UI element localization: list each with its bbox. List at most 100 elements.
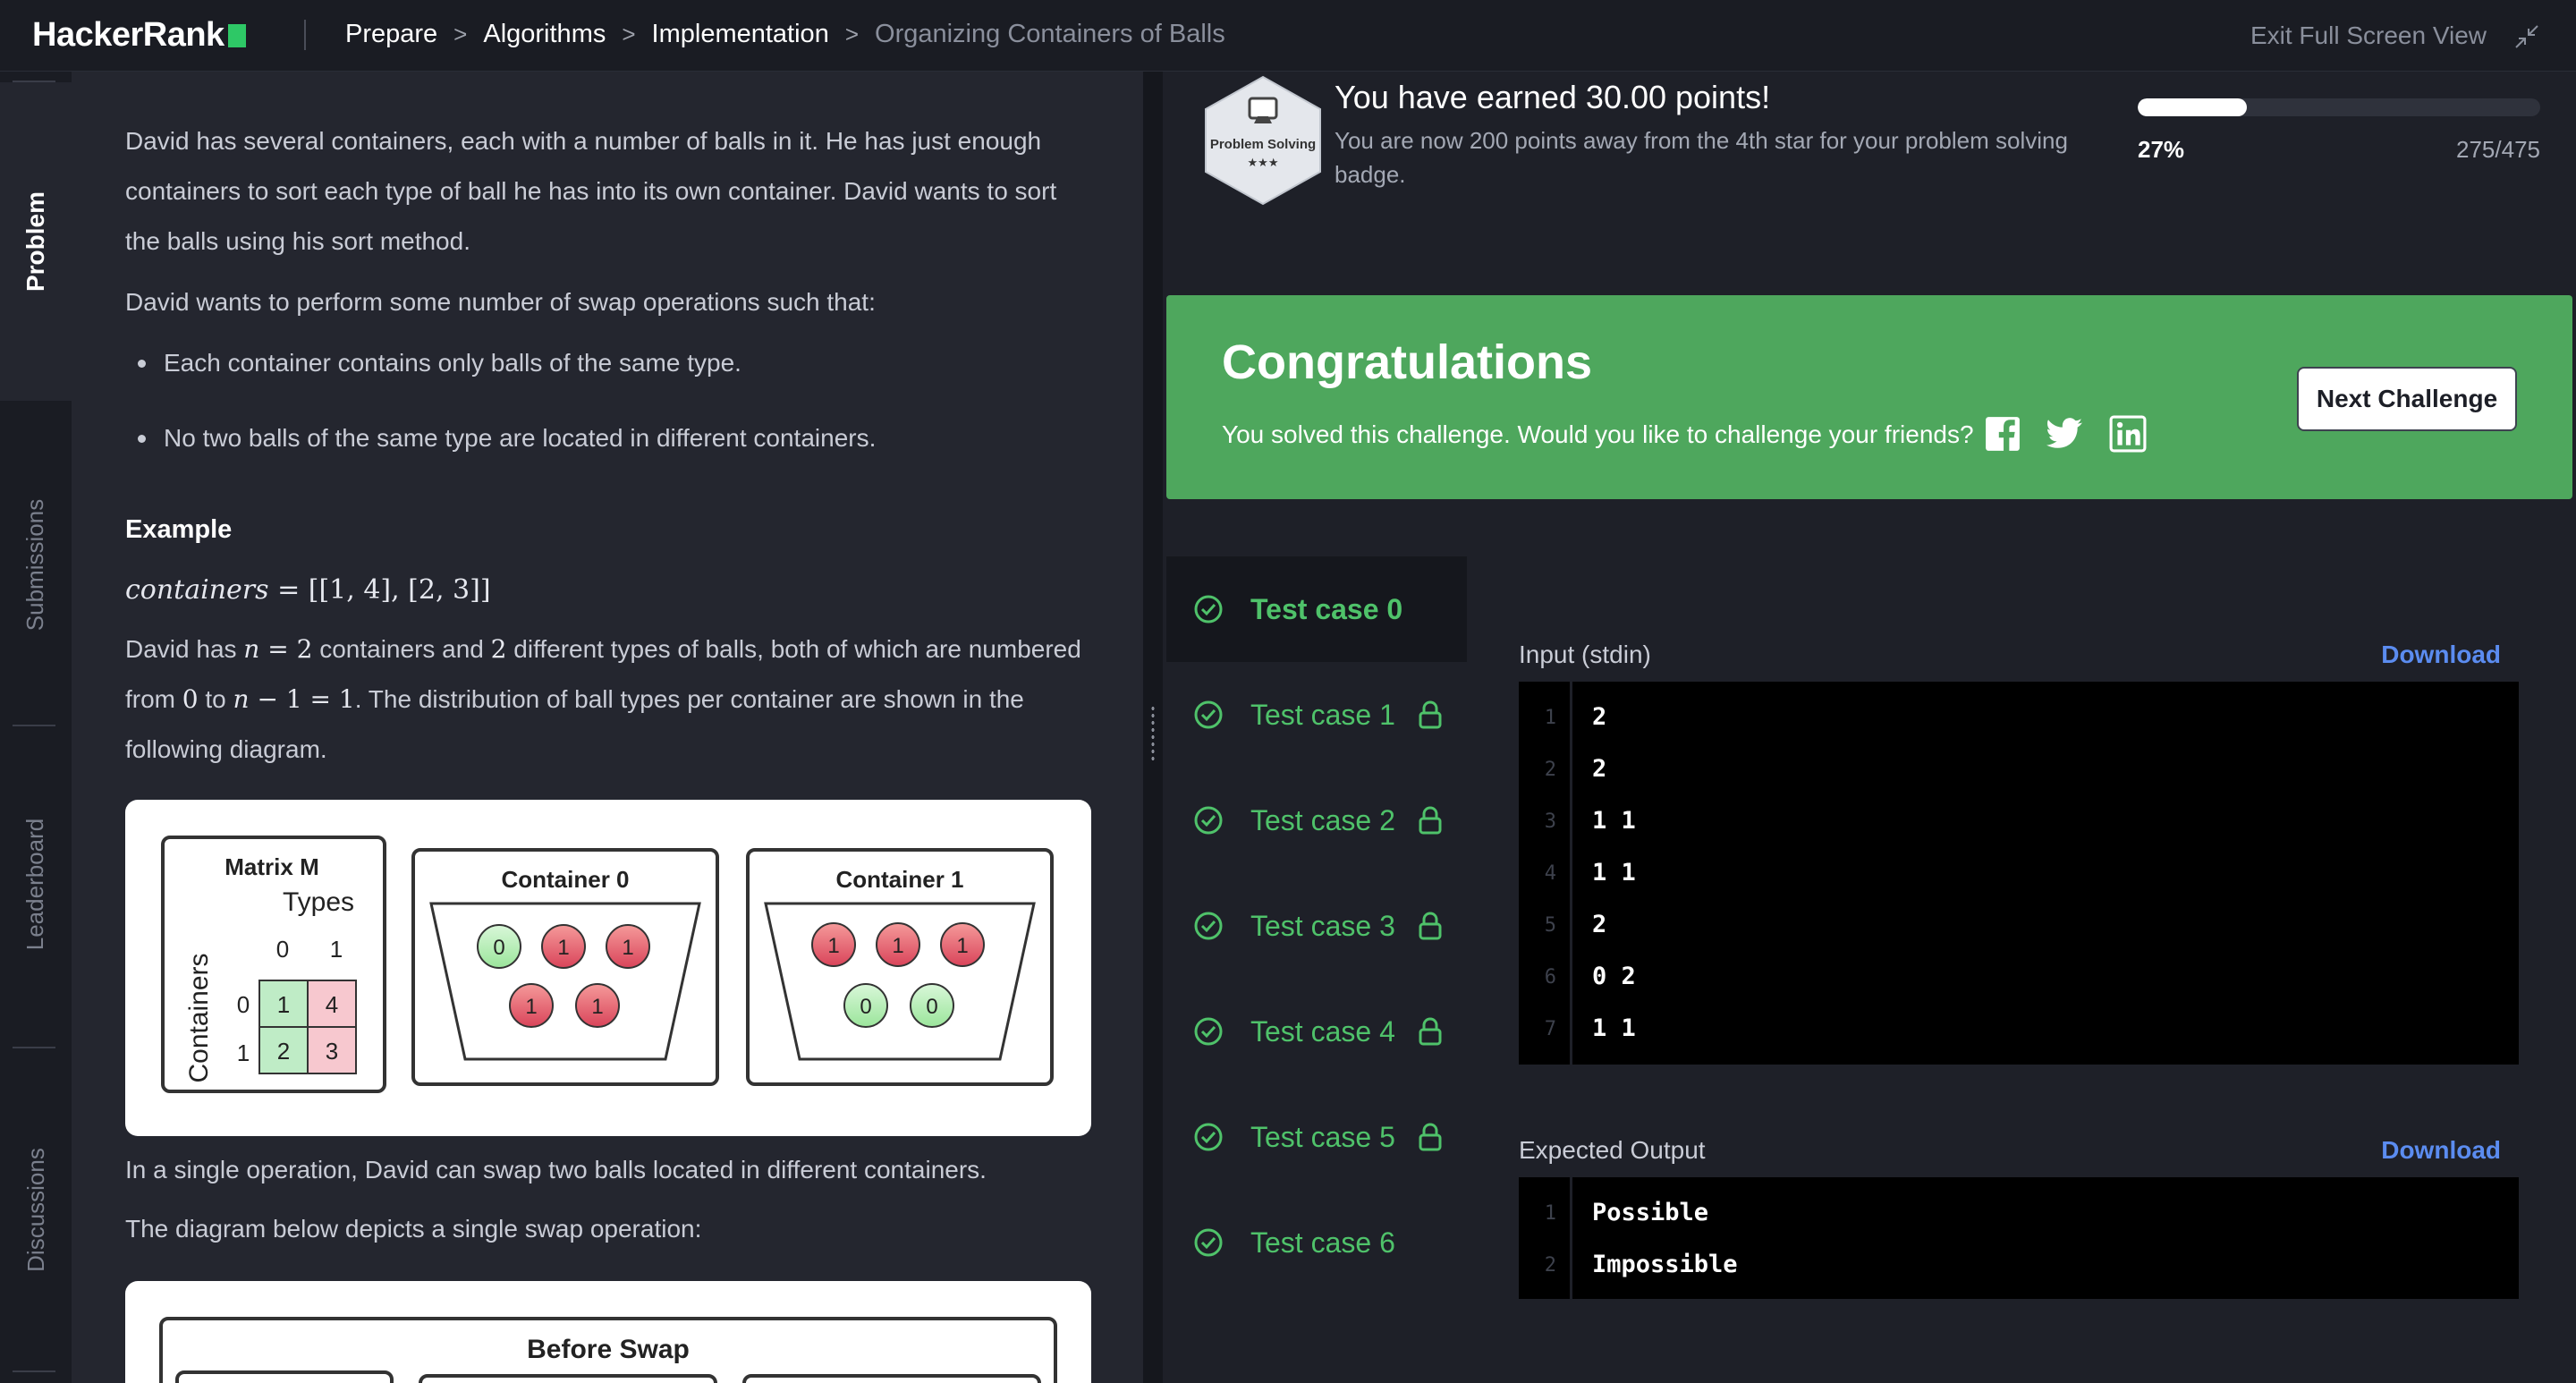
tab-submissions[interactable]: Submissions — [0, 410, 72, 719]
math-var: n — [233, 684, 250, 714]
col-head: 0 — [276, 936, 289, 963]
testcase-label: Test case 6 — [1250, 1226, 1395, 1259]
math-expr: = 2 — [259, 634, 313, 664]
example-equation: containers = [[1, 4], [2, 3]] — [125, 565, 1143, 615]
breadcrumb-algorithms[interactable]: Algorithms — [483, 20, 606, 49]
tab-divider — [13, 725, 55, 726]
text-line: following diagram. — [125, 735, 327, 763]
input-line: 1 1 — [1592, 1014, 1636, 1042]
swap-paragraph: In a single operation, David can swap tw… — [125, 1156, 987, 1184]
input-line: 0 2 — [1592, 963, 1636, 990]
input-code-box[interactable]: 1 2 3 4 5 6 7 2 2 1 1 1 1 2 0 2 1 1 — [1519, 682, 2519, 1065]
testcase-label: Test case 0 — [1250, 592, 1403, 625]
breadcrumb-implementation[interactable]: Implementation — [652, 20, 829, 49]
problem-pane[interactable]: David has several containers, each with … — [72, 72, 1143, 1383]
text-run: . The distribution of ball types per con… — [354, 685, 1024, 713]
points-away-text: You are now 200 points away from the 4th… — [1335, 127, 2068, 188]
testcase-2-tab[interactable]: Test case 2 — [1166, 768, 1467, 873]
testcase-label: Test case 2 — [1250, 803, 1395, 836]
line-gutter — [1519, 1177, 1572, 1299]
containers-label: Containers — [184, 953, 214, 1082]
output-code-box[interactable]: 1 2 Possible Impossible — [1519, 1177, 2519, 1299]
testcase-label: Test case 4 — [1250, 1014, 1395, 1048]
breadcrumb-current: Organizing Containers of Balls — [875, 20, 1225, 48]
facebook-icon[interactable] — [1984, 415, 2021, 453]
tab-discussions[interactable]: Discussions — [0, 1050, 72, 1369]
ball-label: 0 — [860, 995, 871, 1019]
testcase-6-tab[interactable]: Test case 6 — [1166, 1190, 1467, 1295]
output-download-link[interactable]: Download — [2381, 1136, 2501, 1165]
line-number: 4 — [1544, 862, 1556, 885]
tab-label: Submissions — [21, 498, 49, 631]
text-line: the balls using his sort method. — [125, 227, 470, 255]
check-circle-icon — [1194, 1017, 1223, 1046]
drag-handle-icon[interactable] — [1150, 705, 1156, 760]
matrix-value: 2 — [277, 1038, 290, 1065]
check-circle-icon — [1194, 1123, 1223, 1151]
math-num: 0 — [182, 684, 199, 714]
row-head: 0 — [237, 991, 250, 1018]
line-number: 2 — [1544, 1254, 1556, 1277]
text-line: David has n = 2 containers and 2 differe… — [125, 624, 1143, 675]
ball-label: 1 — [557, 936, 569, 960]
tab-label: Leaderboard — [21, 818, 49, 950]
line-number: 2 — [1544, 759, 1556, 781]
col-head: 1 — [330, 936, 343, 963]
testcase-0-tab[interactable]: Test case 0 — [1166, 556, 1467, 662]
badge-label: Problem Solving — [1210, 137, 1316, 152]
breadcrumb-prepare[interactable]: Prepare — [345, 20, 437, 49]
example-heading: Example — [125, 515, 233, 544]
hackerrank-logo[interactable]: HackerRank — [32, 16, 246, 55]
lock-icon — [1419, 700, 1442, 729]
twitter-icon[interactable] — [2046, 415, 2084, 453]
matrix-value: 1 — [277, 991, 290, 1018]
matrix-value: 3 — [326, 1038, 338, 1065]
shrink-icon[interactable] — [2513, 23, 2540, 50]
exit-fullscreen-link[interactable]: Exit Full Screen View — [2250, 21, 2487, 50]
text-run: containers and — [312, 635, 491, 663]
ball-label: 0 — [926, 995, 937, 1019]
text-line: containers to sort each type of ball he … — [125, 177, 1057, 205]
line-number: 1 — [1544, 707, 1556, 729]
next-challenge-button[interactable]: Next Challenge — [2297, 367, 2517, 431]
tab-problem[interactable]: Problem — [0, 82, 72, 401]
math-expr: − 1 = 1 — [249, 684, 355, 714]
line-number: 1 — [1544, 1202, 1556, 1225]
input-line: 2 — [1592, 911, 1607, 938]
testcase-label: Test case 5 — [1250, 1120, 1395, 1153]
swap-diagram: Before Swap — [125, 1281, 1091, 1383]
output-line: Impossible — [1592, 1251, 1738, 1278]
text-run: to — [198, 685, 233, 713]
row-head: 1 — [237, 1039, 250, 1066]
tab-leaderboard[interactable]: Leaderboard — [0, 728, 72, 1039]
top-divider — [304, 20, 306, 50]
ball-label: 1 — [622, 936, 633, 960]
input-label: Input (stdin) — [1519, 641, 1651, 668]
congratulations-banner: Congratulations You solved this challeng… — [1166, 295, 2572, 499]
input-download-link[interactable]: Download — [2381, 641, 2501, 669]
bullet-text: No two balls of the same type are locate… — [164, 424, 877, 452]
testcase-4-tab[interactable]: Test case 4 — [1166, 979, 1467, 1084]
tab-label: Discussions — [21, 1147, 49, 1272]
linkedin-icon[interactable] — [2109, 415, 2147, 453]
line-number: 3 — [1544, 810, 1556, 833]
ball-label: 1 — [525, 995, 537, 1019]
badge-stars: ★★★ — [1248, 157, 1279, 170]
check-circle-icon — [1194, 595, 1223, 624]
top-bar: HackerRank Prepare > Algorithms > Implem… — [0, 0, 2576, 72]
app-root: HackerRank Prepare > Algorithms > Implem… — [0, 0, 2576, 1383]
testcase-label: Test case 3 — [1250, 909, 1395, 942]
check-circle-icon — [1194, 700, 1223, 729]
testcase-1-tab[interactable]: Test case 1 — [1166, 662, 1467, 768]
chevron-right-icon: > — [622, 21, 636, 47]
matrix-box — [175, 1370, 394, 1383]
testcase-5-tab[interactable]: Test case 5 — [1166, 1084, 1467, 1190]
lock-icon — [1419, 1017, 1442, 1046]
line-number: 7 — [1544, 1018, 1556, 1040]
lock-icon — [1419, 806, 1442, 835]
text-run: different types of balls, both of which … — [506, 635, 1081, 663]
text-line: David has several containers, each with … — [125, 127, 1042, 155]
lock-icon — [1419, 1123, 1442, 1151]
input-line: 1 1 — [1592, 859, 1636, 887]
testcase-3-tab[interactable]: Test case 3 — [1166, 873, 1467, 979]
